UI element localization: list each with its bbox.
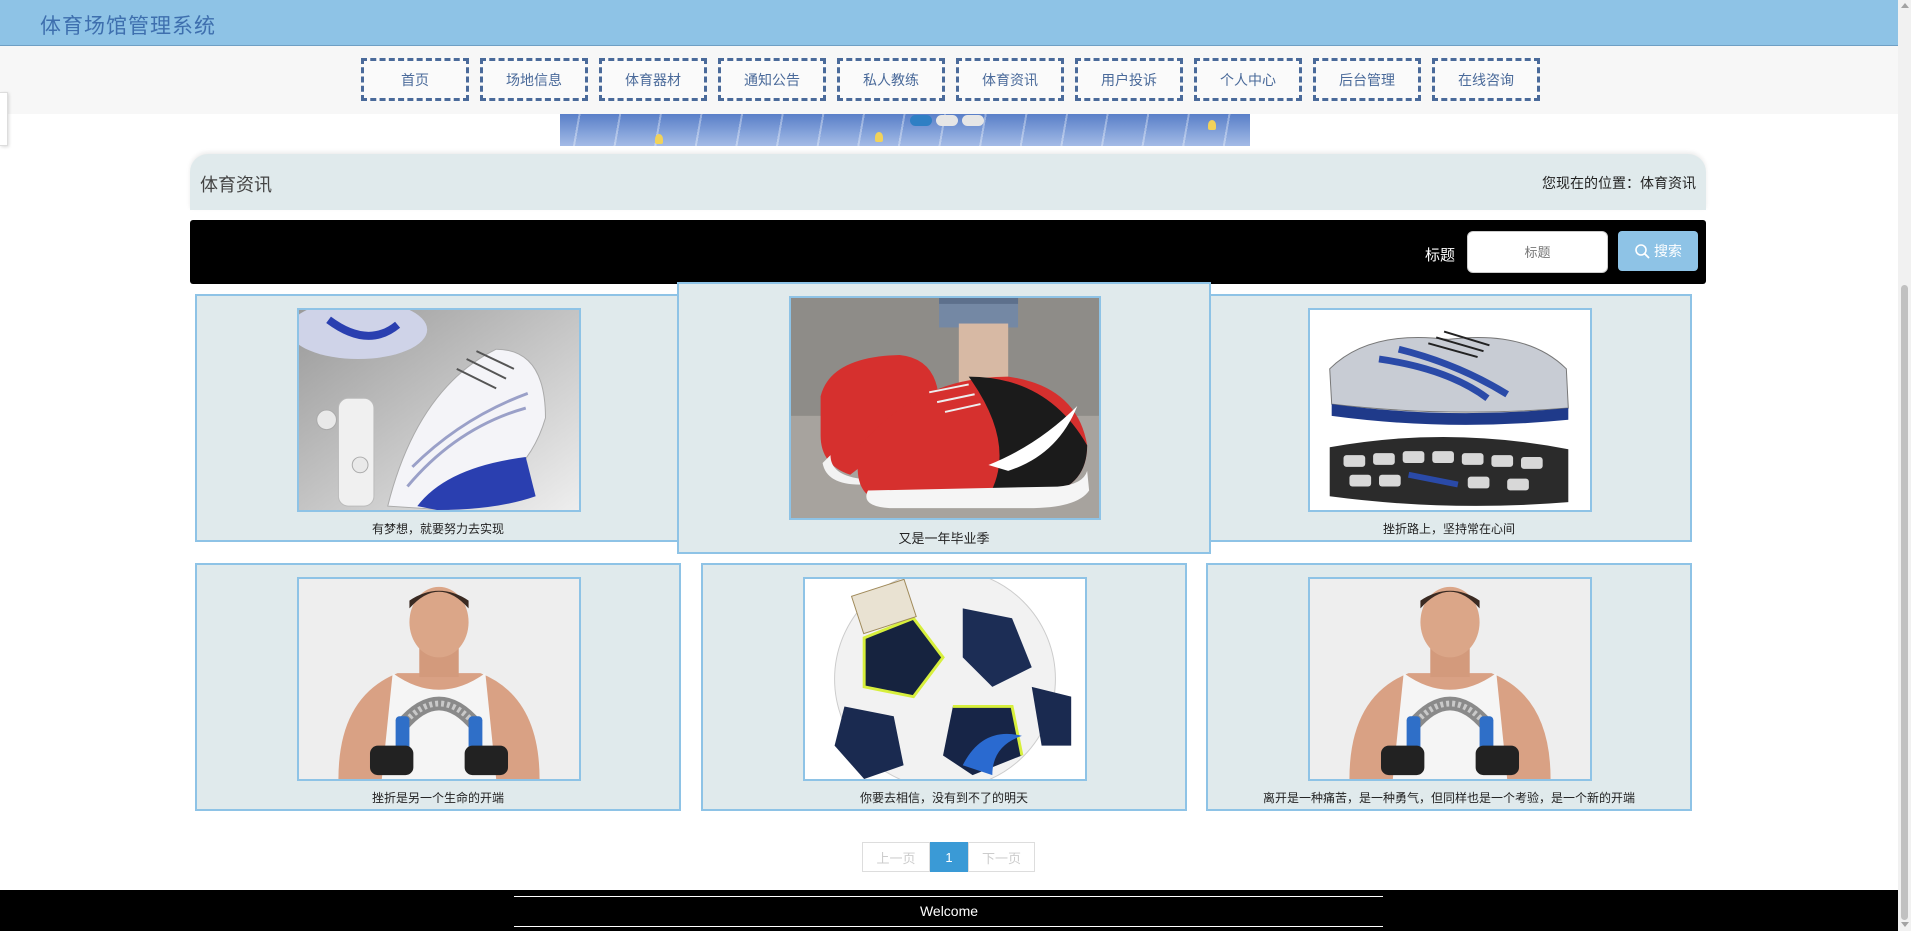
search-button[interactable]: 搜索 xyxy=(1618,231,1698,271)
breadcrumb: 您现在的位置：体育资讯 xyxy=(1542,175,1696,191)
prev-page-button[interactable]: 上一页 xyxy=(862,842,930,872)
tennis-court-image xyxy=(560,114,1250,146)
search-label: 标题 xyxy=(1425,247,1456,264)
scrollbar-thumb[interactable] xyxy=(1901,285,1908,920)
player-figure xyxy=(1208,120,1216,130)
article-card[interactable]: 你要去相信，没有到不了的明天 xyxy=(701,563,1187,811)
article-caption: 又是一年毕业季 xyxy=(898,531,990,546)
banner-carousel xyxy=(560,114,1250,146)
next-page-button[interactable]: 下一页 xyxy=(968,842,1035,872)
article-card[interactable]: 挫折是另一个生命的开端 xyxy=(195,563,681,811)
footer-divider xyxy=(514,926,1383,927)
app-header: 体育场馆管理系统 xyxy=(0,0,1898,46)
search-button-label: 搜索 xyxy=(1654,243,1682,259)
red-running-shoe-image xyxy=(789,296,1101,520)
nav-item-news[interactable]: 体育资讯 xyxy=(956,58,1064,101)
current-page-button[interactable]: 1 xyxy=(930,842,968,872)
page-scrollbar[interactable] xyxy=(1898,0,1911,931)
article-card[interactable]: 离开是一种痛苦，是一种勇气，但同样也是一个考验，是一个新的开端 xyxy=(1206,563,1692,811)
article-caption: 离开是一种痛苦，是一种勇气，但同样也是一个考验，是一个新的开端 xyxy=(1262,791,1635,805)
carousel-dot[interactable] xyxy=(936,115,958,126)
footer: Welcome xyxy=(0,890,1898,931)
soccer-ball-image xyxy=(803,577,1087,781)
article-caption: 你要去相信，没有到不了的明天 xyxy=(859,791,1028,805)
nav-item-coaches[interactable]: 私人教练 xyxy=(837,58,945,101)
nav-item-complaints[interactable]: 用户投诉 xyxy=(1075,58,1183,101)
app-title: 体育场馆管理系统 xyxy=(40,15,216,38)
nav-item-venues[interactable]: 场地信息 xyxy=(480,58,588,101)
nav-bar: 首页 场地信息 体育器材 通知公告 私人教练 体育资讯 用户投诉 个人中心 后台… xyxy=(0,46,1898,114)
footer-divider xyxy=(514,896,1383,897)
nav-item-consult[interactable]: 在线咨询 xyxy=(1432,58,1540,101)
nav-item-admin[interactable]: 后台管理 xyxy=(1313,58,1421,101)
basketball-shoe-image xyxy=(297,308,581,512)
section-title: 体育资讯 xyxy=(200,175,272,195)
article-card[interactable]: 有梦想，就要努力去实现 xyxy=(195,294,681,542)
nav-item-notices[interactable]: 通知公告 xyxy=(718,58,826,101)
fitness-man-image xyxy=(1308,577,1592,781)
search-icon xyxy=(1635,244,1650,259)
running-shoe-pair-image xyxy=(1308,308,1592,512)
article-card[interactable]: 又是一年毕业季 xyxy=(677,282,1211,554)
article-caption: 挫折是另一个生命的开端 xyxy=(371,791,504,805)
carousel-dots xyxy=(910,115,984,126)
article-card[interactable]: 挫折路上，坚持常在心间 xyxy=(1206,294,1692,542)
nav-item-home[interactable]: 首页 xyxy=(361,58,469,101)
section-header: 体育资讯 您现在的位置：体育资讯 xyxy=(190,154,1706,210)
side-float-tab[interactable] xyxy=(0,92,8,146)
footer-text: Welcome xyxy=(919,903,979,919)
carousel-dot[interactable] xyxy=(962,115,984,126)
article-caption: 挫折路上，坚持常在心间 xyxy=(1382,522,1515,536)
carousel-dot[interactable] xyxy=(910,115,932,126)
search-input[interactable] xyxy=(1467,231,1608,273)
player-figure xyxy=(655,134,663,144)
scroll-down-arrow-icon[interactable] xyxy=(1901,922,1909,927)
pagination: 上一页 1 下一页 xyxy=(862,842,1035,872)
player-figure xyxy=(875,132,883,142)
nav-menu: 首页 场地信息 体育器材 通知公告 私人教练 体育资讯 用户投诉 个人中心 后台… xyxy=(361,58,1540,101)
article-caption: 有梦想，就要努力去实现 xyxy=(371,522,504,536)
nav-item-equipment[interactable]: 体育器材 xyxy=(599,58,707,101)
search-bar: 标题 搜索 xyxy=(190,220,1706,284)
nav-item-profile[interactable]: 个人中心 xyxy=(1194,58,1302,101)
scroll-up-arrow-icon[interactable] xyxy=(1901,3,1909,8)
fitness-man-image xyxy=(297,577,581,781)
